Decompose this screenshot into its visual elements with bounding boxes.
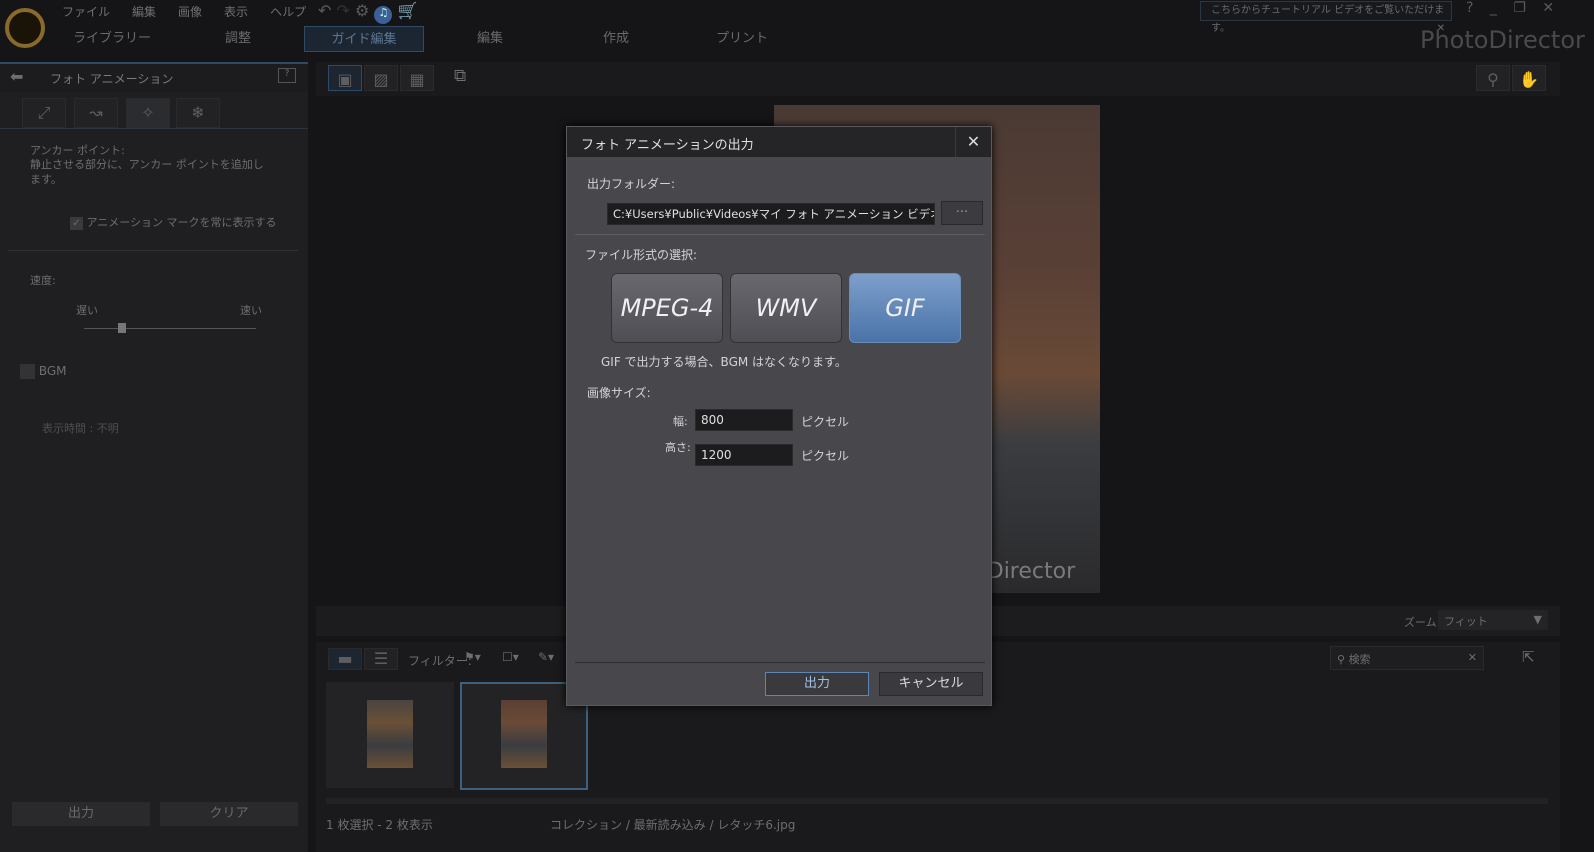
format-gif-button[interactable]: GIF (849, 273, 961, 343)
tooltip-text: こちらからチュートリアル ビデオをご覧いただけます。 (1211, 5, 1445, 34)
undo-icon[interactable]: ↶ (318, 1, 331, 20)
restore-icon[interactable]: ❐ (1513, 0, 1526, 16)
cart-icon[interactable]: 🛒 (398, 1, 418, 20)
speed-slider-thumb[interactable] (117, 323, 126, 333)
dialog-title: フォト アニメーションの出力 (581, 138, 754, 153)
height-unit: ピクセル (801, 449, 850, 463)
dialog-output-button[interactable]: 出力 (765, 672, 869, 696)
dialog-close-icon[interactable]: ✕ (955, 127, 991, 157)
dialog-cancel-button[interactable]: キャンセル (879, 672, 983, 696)
tab-guided[interactable]: ガイド編集 (304, 26, 424, 52)
motion-curve-icon[interactable]: ↝ (74, 98, 118, 128)
export-icon[interactable]: ⇱ (1522, 648, 1535, 666)
width-unit: ピクセル (801, 415, 850, 429)
show-marks-label: アニメーション マークを常に表示する (86, 216, 277, 229)
single-view-icon[interactable]: ▨ (364, 65, 398, 91)
horizontal-scrollbar[interactable] (326, 798, 1548, 804)
bgm-label: BGM (38, 364, 67, 378)
left-panel: ⬅ フォト アニメーション ? ⤢ ↝ ✧ ❄ アンカー ポイント: 静止させる… (0, 62, 308, 852)
anchor-tool-icon[interactable]: ✧ (126, 98, 170, 128)
search-icon: ⚲ (1337, 653, 1346, 666)
brand-title: PhotoDirector (1420, 26, 1585, 54)
flag-filter-icon[interactable]: ⚑▾ (464, 650, 481, 664)
folder-label: 出力フォルダー: (587, 177, 676, 191)
output-dialog: フォト アニメーションの出力 ✕ 出力フォルダー: C:¥Users¥Publi… (566, 126, 992, 706)
tab-create[interactable]: 作成 (556, 26, 676, 52)
menu-image[interactable]: 画像 (178, 5, 202, 19)
clear-search-icon[interactable]: ✕ (1468, 651, 1477, 664)
tutorial-tooltip[interactable]: こちらからチュートリアル ビデオをご覧いただけます。 ✕ (1200, 1, 1452, 34)
menu-view[interactable]: 表示 (224, 5, 248, 19)
motion-tool-icon[interactable]: ⤢ (22, 98, 66, 128)
color-filter-icon[interactable]: ☐▾ (502, 650, 519, 664)
checkbox-icon (20, 364, 35, 379)
tab-library[interactable]: ライブラリー (52, 26, 172, 52)
help-video-icon[interactable]: ? (278, 68, 296, 83)
filter-label: フィルター: (408, 654, 472, 668)
panel-title: フォト アニメーション (50, 72, 174, 86)
bgm-checkbox[interactable]: BGM (20, 364, 67, 379)
selection-status: 1 枚選択 - 2 枚表示 (326, 818, 433, 832)
speed-fast-label: 速い (240, 304, 262, 317)
app-logo (5, 8, 45, 48)
search-input[interactable]: ⚲ 検索 ✕ (1330, 646, 1484, 670)
grid-view-icon[interactable]: ▦ (400, 65, 434, 91)
search-placeholder: 検索 (1348, 653, 1371, 666)
size-label: 画像サイズ: (587, 386, 651, 400)
folder-path-input[interactable]: C:¥Users¥Public¥Videos¥マイ フォト アニメーション ビデ… (607, 203, 935, 225)
output-button[interactable]: 出力 (12, 802, 150, 826)
tab-print[interactable]: プリント (682, 26, 802, 52)
chevron-down-icon: ▼ (1533, 613, 1542, 626)
format-mpeg4-button[interactable]: MPEG-4 (611, 273, 723, 343)
browse-button[interactable]: ··· (941, 201, 983, 225)
format-label: ファイル形式の選択: (585, 248, 698, 262)
height-input[interactable]: 1200 (695, 444, 793, 466)
speed-slider[interactable] (84, 328, 256, 329)
close-window-icon[interactable]: ✕ (1542, 0, 1554, 16)
show-marks-checkbox[interactable]: ✓ アニメーション マークを常に表示する (70, 214, 277, 230)
settings-icon[interactable]: ⚙ (355, 1, 369, 20)
speed-label: 速度: (30, 274, 56, 287)
file-path: コレクション / 最新読み込み / レタッチ6.jpg (550, 818, 796, 832)
thumbnail-1[interactable] (326, 682, 454, 788)
format-wmv-button[interactable]: WMV (730, 273, 842, 343)
minimize-icon[interactable]: _ (1490, 0, 1497, 16)
width-label: 幅: (673, 415, 688, 428)
menu-help[interactable]: ヘルプ (270, 5, 306, 19)
notification-icon[interactable]: ♫ (374, 6, 393, 24)
tab-edit[interactable]: 編集 (430, 26, 550, 52)
menu-bar: ファイル 編集 画像 表示 ヘルプ (62, 3, 328, 20)
anchor-desc: 静止させる部分に、アンカー ポイントを追加します。 (30, 158, 264, 186)
menu-edit[interactable]: 編集 (132, 5, 156, 19)
compare-icon[interactable]: ⧉ (454, 66, 466, 86)
duration-label: 表示時間 : 不明 (42, 422, 119, 435)
zoom-value: フィット (1444, 615, 1488, 628)
checkbox-checked-icon: ✓ (70, 217, 83, 230)
width-input[interactable]: 800 (695, 409, 793, 431)
help-icon[interactable]: ? (1466, 0, 1473, 16)
zoom-label: ズーム: (1404, 616, 1441, 629)
zoom-select[interactable]: フィット ▼ (1438, 610, 1548, 630)
height-label: 高さ: (665, 441, 691, 454)
redo-icon[interactable]: ↷ (337, 1, 350, 20)
hand-tool-icon[interactable]: ✋ (1512, 65, 1546, 91)
viewer-mode-icon[interactable]: ▣ (328, 65, 362, 91)
back-icon[interactable]: ⬅ (10, 67, 23, 86)
menu-file[interactable]: ファイル (62, 5, 110, 19)
clear-button[interactable]: クリア (160, 802, 298, 826)
thumbnail-view-icon[interactable]: ▬ (328, 648, 362, 670)
format-note: GIF で出力する場合、BGM はなくなります。 (601, 355, 847, 369)
zoom-tool-icon[interactable]: ⚲ (1476, 65, 1510, 91)
freeze-tool-icon[interactable]: ❄ (176, 98, 220, 128)
anchor-label: アンカー ポイント: (30, 144, 125, 157)
edit-filter-icon[interactable]: ✎▾ (538, 650, 554, 664)
speed-slow-label: 遅い (76, 304, 98, 317)
tab-adjust[interactable]: 調整 (178, 26, 298, 52)
list-view-icon[interactable]: ☰ (364, 648, 398, 670)
